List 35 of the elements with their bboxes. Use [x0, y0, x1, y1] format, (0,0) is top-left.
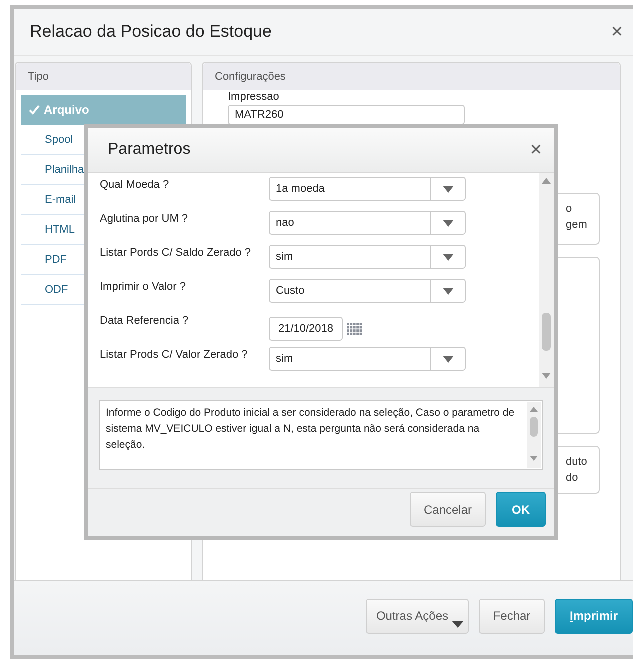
card-text: gem [566, 218, 588, 233]
dropdown-arrow-icon [442, 186, 454, 192]
panel-header: Configurações [203, 63, 620, 90]
card-text: do [566, 471, 580, 486]
parameter-label: Qual Moeda ? [100, 178, 170, 193]
dropdown-arrow-icon [442, 356, 454, 362]
dropdown-arrow-icon [442, 288, 454, 294]
dropdown-field[interactable]: sim [269, 347, 466, 371]
dropdown-field[interactable]: Custo [269, 279, 466, 303]
card-text: duto [566, 455, 588, 470]
dropdown-field[interactable]: sim [269, 245, 466, 269]
checkmark-icon [29, 104, 40, 114]
card-text: o [566, 202, 574, 217]
dropdown-arrow-icon [442, 220, 454, 226]
close-button[interactable]: × [530, 140, 542, 160]
window-title: Relacao da Posicao do Estoque [30, 22, 272, 42]
help-text: Informe o Codigo do Produto inicial a ser considerado na seleção, Caso o parametro de sistema MV_VEICULO estiver igual a N, esta pergunta não será considerada na seleção. [105, 406, 516, 453]
parameter-label: Imprimir o Valor ? [100, 280, 187, 295]
date-field[interactable]: 21/10/2018 [269, 317, 343, 341]
parameter-label: Data Referencia ? [100, 314, 190, 329]
field-label: Impressao [228, 91, 280, 103]
parameter-label: Listar Prods C/ Valor Zerado ? [100, 348, 249, 363]
parameter-label: Listar Pords C/ Saldo Zerado ? [100, 246, 252, 261]
cancel-button[interactable]: Cancelar [410, 492, 486, 527]
caret-icon [452, 620, 464, 628]
calendar-icon[interactable] [347, 322, 363, 336]
close-button[interactable]: × [611, 22, 623, 42]
parameter-label: Aglutina por UM ? [100, 212, 190, 227]
panel-header: Tipo [16, 63, 191, 90]
dropdown-field[interactable]: nao [269, 211, 466, 235]
close-window-button[interactable]: Fechar [479, 598, 545, 634]
dropdown-arrow-icon [442, 254, 454, 260]
other-actions-button[interactable]: Outras Ações [366, 598, 469, 634]
dialog-title: Parametros [108, 141, 191, 159]
dropdown-field[interactable]: 1a moeda [269, 177, 466, 201]
